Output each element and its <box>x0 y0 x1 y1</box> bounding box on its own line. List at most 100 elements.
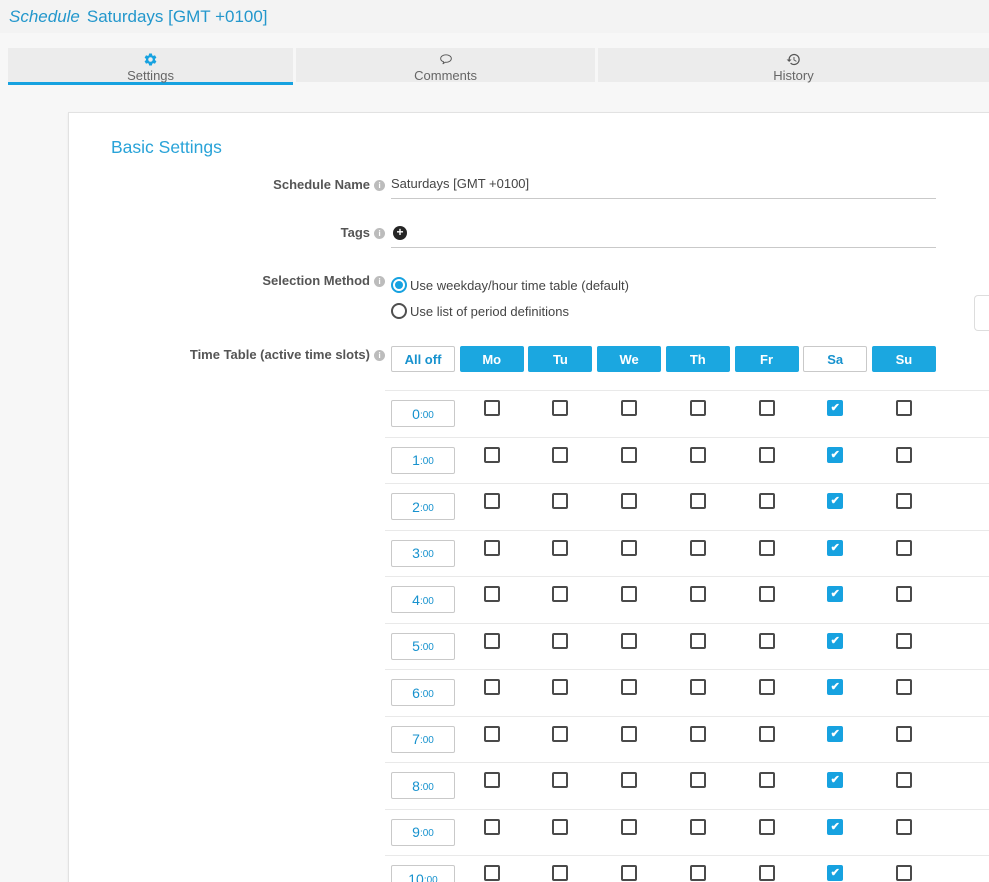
checkbox-we-300[interactable] <box>621 540 637 556</box>
checkbox-tu-800[interactable] <box>552 772 568 788</box>
checkbox-th-700[interactable] <box>690 726 706 742</box>
checkbox-sa-800[interactable]: ✔ <box>827 772 843 788</box>
checkbox-fr-900[interactable] <box>759 819 775 835</box>
day-button-mo[interactable]: Mo <box>460 346 524 372</box>
day-button-all-off[interactable]: All off <box>391 346 455 372</box>
checkbox-fr-800[interactable] <box>759 772 775 788</box>
checkbox-we-400[interactable] <box>621 586 637 602</box>
checkbox-sa-100[interactable]: ✔ <box>827 447 843 463</box>
checkbox-we-900[interactable] <box>621 819 637 835</box>
schedule-name-input[interactable]: Saturdays [GMT +0100] <box>391 176 936 199</box>
checkbox-sa-200[interactable]: ✔ <box>827 493 843 509</box>
checkbox-sa-300[interactable]: ✔ <box>827 540 843 556</box>
info-icon[interactable]: i <box>374 180 385 191</box>
checkbox-th-300[interactable] <box>690 540 706 556</box>
checkbox-fr-400[interactable] <box>759 586 775 602</box>
checkbox-su-000[interactable] <box>896 400 912 416</box>
checkbox-sa-700[interactable]: ✔ <box>827 726 843 742</box>
checkbox-mo-600[interactable] <box>484 679 500 695</box>
checkbox-sa-900[interactable]: ✔ <box>827 819 843 835</box>
info-icon[interactable]: i <box>374 276 385 287</box>
checkbox-th-200[interactable] <box>690 493 706 509</box>
checkbox-su-200[interactable] <box>896 493 912 509</box>
checkbox-th-1000[interactable] <box>690 865 706 881</box>
day-button-fr[interactable]: Fr <box>735 346 799 372</box>
checkbox-sa-400[interactable]: ✔ <box>827 586 843 602</box>
checkbox-th-400[interactable] <box>690 586 706 602</box>
hour-button-300[interactable]: 3:00 <box>391 540 455 567</box>
checkbox-su-500[interactable] <box>896 633 912 649</box>
checkbox-mo-500[interactable] <box>484 633 500 649</box>
checkbox-su-900[interactable] <box>896 819 912 835</box>
checkbox-th-600[interactable] <box>690 679 706 695</box>
checkbox-we-100[interactable] <box>621 447 637 463</box>
checkbox-we-800[interactable] <box>621 772 637 788</box>
hour-button-900[interactable]: 9:00 <box>391 819 455 846</box>
radio-button-periods[interactable] <box>391 303 407 319</box>
checkbox-tu-200[interactable] <box>552 493 568 509</box>
hour-button-500[interactable]: 5:00 <box>391 633 455 660</box>
checkbox-mo-900[interactable] <box>484 819 500 835</box>
checkbox-sa-500[interactable]: ✔ <box>827 633 843 649</box>
checkbox-mo-1000[interactable] <box>484 865 500 881</box>
checkbox-mo-400[interactable] <box>484 586 500 602</box>
checkbox-mo-100[interactable] <box>484 447 500 463</box>
checkbox-tu-500[interactable] <box>552 633 568 649</box>
hour-button-100[interactable]: 1:00 <box>391 447 455 474</box>
tab-comments[interactable]: Comments <box>296 48 595 85</box>
checkbox-fr-600[interactable] <box>759 679 775 695</box>
info-icon[interactable]: i <box>374 350 385 361</box>
checkbox-mo-300[interactable] <box>484 540 500 556</box>
info-icon[interactable]: i <box>374 228 385 239</box>
checkbox-tu-900[interactable] <box>552 819 568 835</box>
checkbox-tu-700[interactable] <box>552 726 568 742</box>
checkbox-we-700[interactable] <box>621 726 637 742</box>
checkbox-su-800[interactable] <box>896 772 912 788</box>
hour-button-000[interactable]: 0:00 <box>391 400 455 427</box>
hour-button-1000[interactable]: 10:00 <box>391 865 455 882</box>
checkbox-tu-400[interactable] <box>552 586 568 602</box>
radio-label-periods[interactable]: Use list of period definitions <box>410 304 569 319</box>
side-panel-handle[interactable] <box>974 295 989 331</box>
day-button-tu[interactable]: Tu <box>528 346 592 372</box>
checkbox-th-100[interactable] <box>690 447 706 463</box>
checkbox-su-100[interactable] <box>896 447 912 463</box>
checkbox-sa-000[interactable]: ✔ <box>827 400 843 416</box>
checkbox-sa-600[interactable]: ✔ <box>827 679 843 695</box>
radio-button-timetable[interactable] <box>391 277 407 293</box>
day-button-we[interactable]: We <box>597 346 661 372</box>
checkbox-we-600[interactable] <box>621 679 637 695</box>
hour-button-200[interactable]: 2:00 <box>391 493 455 520</box>
checkbox-su-700[interactable] <box>896 726 912 742</box>
checkbox-tu-300[interactable] <box>552 540 568 556</box>
checkbox-we-200[interactable] <box>621 493 637 509</box>
checkbox-we-1000[interactable] <box>621 865 637 881</box>
add-tag-icon[interactable]: + <box>393 226 407 240</box>
checkbox-su-400[interactable] <box>896 586 912 602</box>
radio-label-timetable[interactable]: Use weekday/hour time table (default) <box>410 278 629 293</box>
checkbox-th-000[interactable] <box>690 400 706 416</box>
checkbox-fr-700[interactable] <box>759 726 775 742</box>
day-button-sa[interactable]: Sa <box>803 346 867 372</box>
checkbox-fr-500[interactable] <box>759 633 775 649</box>
checkbox-su-1000[interactable] <box>896 865 912 881</box>
hour-button-400[interactable]: 4:00 <box>391 586 455 613</box>
checkbox-su-600[interactable] <box>896 679 912 695</box>
checkbox-fr-000[interactable] <box>759 400 775 416</box>
checkbox-fr-1000[interactable] <box>759 865 775 881</box>
checkbox-su-300[interactable] <box>896 540 912 556</box>
hour-button-700[interactable]: 7:00 <box>391 726 455 753</box>
checkbox-we-500[interactable] <box>621 633 637 649</box>
day-button-th[interactable]: Th <box>666 346 730 372</box>
hour-button-600[interactable]: 6:00 <box>391 679 455 706</box>
tab-history[interactable]: History <box>598 48 989 85</box>
tags-input[interactable]: + <box>391 224 936 248</box>
checkbox-th-900[interactable] <box>690 819 706 835</box>
checkbox-tu-1000[interactable] <box>552 865 568 881</box>
checkbox-fr-300[interactable] <box>759 540 775 556</box>
hour-button-800[interactable]: 8:00 <box>391 772 455 799</box>
checkbox-fr-200[interactable] <box>759 493 775 509</box>
day-button-su[interactable]: Su <box>872 346 936 372</box>
checkbox-tu-100[interactable] <box>552 447 568 463</box>
checkbox-tu-600[interactable] <box>552 679 568 695</box>
